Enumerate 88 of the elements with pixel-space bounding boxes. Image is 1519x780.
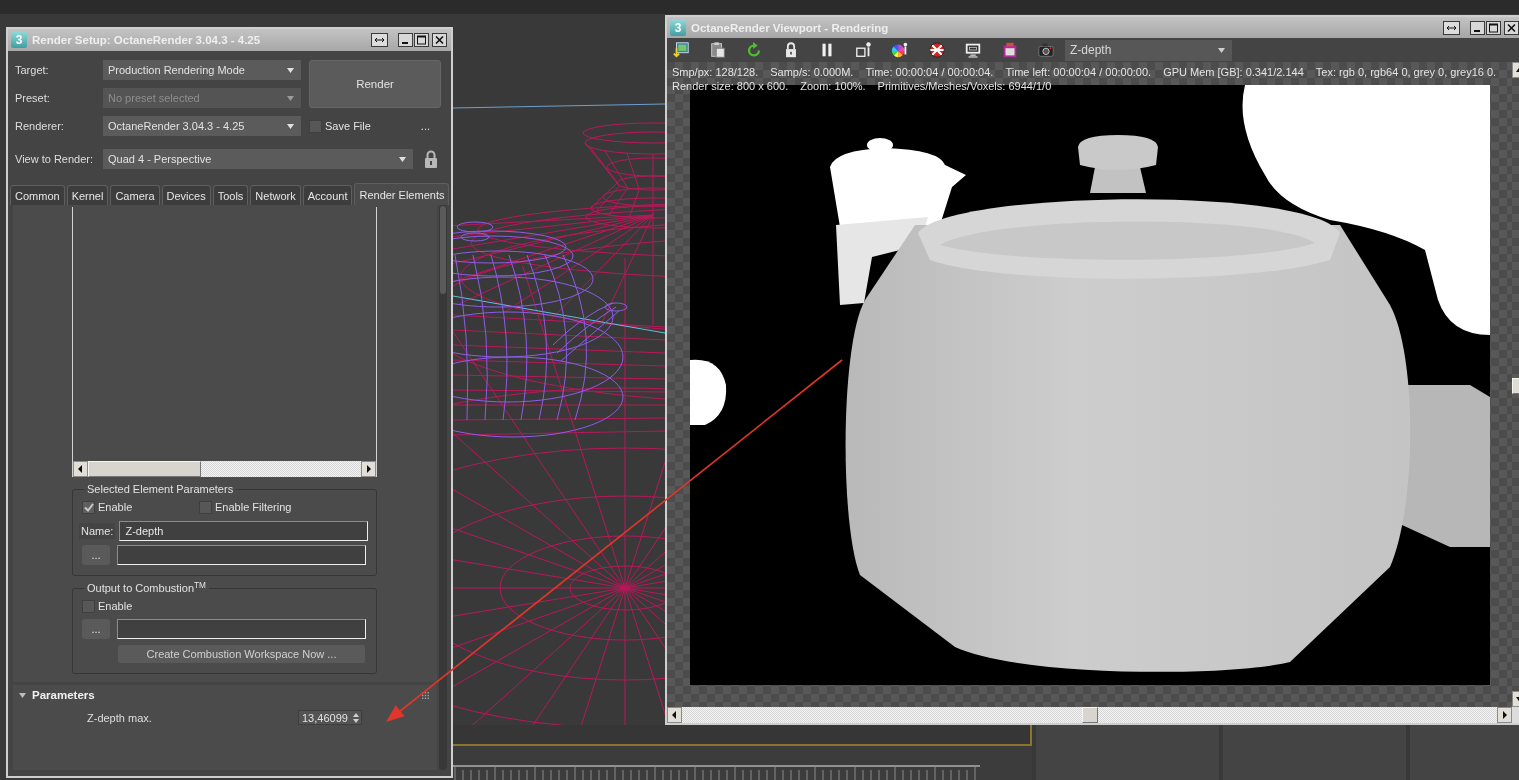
render-stat: Time left: 00:00:04 / 00:00:00.	[1005, 66, 1152, 78]
grip-icon	[422, 691, 429, 699]
checkbox[interactable]	[199, 500, 212, 514]
checkbox-label: Enable	[98, 600, 133, 612]
app-icon: 3	[670, 19, 686, 36]
field-label: Name:	[79, 523, 116, 539]
render-stat: Smp/px: 128/128.	[672, 66, 759, 78]
close-button[interactable]	[1504, 20, 1519, 35]
horizontal-scrollbar[interactable]	[73, 461, 376, 477]
render-button[interactable]: Render	[309, 60, 441, 108]
clipboard-icon[interactable]	[708, 41, 727, 59]
name-field[interactable]: Z-depth	[119, 521, 369, 541]
save-image-icon[interactable]	[672, 41, 690, 59]
render-stat: Tex: rgb 0, rgb64 0, grey 0, grey16 0.	[1315, 66, 1497, 78]
checkbox-label: Enable Filtering	[215, 501, 292, 513]
scrollbar-thumb[interactable]	[1082, 707, 1098, 723]
group-title: Selected Element Parameters	[86, 483, 235, 495]
checkbox-label: Enable	[98, 501, 133, 513]
caret-icon	[287, 123, 294, 129]
dropdown[interactable]: Quad 4 - Perspective	[103, 149, 413, 169]
tab[interactable]: Camera	[110, 185, 160, 205]
pass-dropdown[interactable]: Z-depth	[1065, 39, 1232, 61]
maximize-button[interactable]	[414, 33, 429, 47]
tab[interactable]: Account	[302, 185, 353, 205]
render-stat: Primitives/Meshes/Voxels: 6944/1/0	[877, 80, 1052, 92]
caret-icon	[287, 95, 294, 101]
window-title: OctaneRender Viewport - Rendering	[691, 21, 890, 34]
scroll-left-button[interactable]	[73, 461, 88, 477]
caret-icon	[399, 156, 406, 162]
render-stat: GPU Mem [GB]: 0.341/2.144	[1163, 66, 1304, 78]
caret-icon	[287, 67, 294, 73]
monitor-icon[interactable]	[964, 41, 982, 59]
minimize-button[interactable]	[398, 33, 413, 47]
render-stat: Zoom: 100%.	[800, 80, 866, 92]
striped-ball-icon[interactable]	[927, 41, 946, 59]
rollout-title[interactable]: Parameters	[32, 689, 422, 701]
camera-icon[interactable]	[1037, 41, 1055, 59]
render-stat: Render size: 800 x 600.	[672, 80, 789, 92]
minimize-button[interactable]	[1470, 20, 1485, 35]
create-workspace-button[interactable]: Create Combustion Workspace Now ...	[118, 645, 365, 663]
tab[interactable]: Network	[250, 185, 301, 205]
close-button[interactable]	[432, 33, 447, 47]
caret-icon	[1218, 47, 1225, 53]
render-stat: Samp/s: 0.000M.	[770, 66, 854, 78]
input-field[interactable]	[117, 619, 366, 639]
scrollbar-thumb[interactable]	[88, 461, 201, 477]
number-spinner[interactable]: 13,46099	[298, 710, 362, 725]
check-icon	[83, 502, 94, 512]
group-title: Output to Combustion$^{TM}$	[86, 582, 207, 594]
lock-icon[interactable]	[425, 150, 437, 168]
resize-button[interactable]	[1443, 20, 1460, 35]
horizontal-scrollbar[interactable]	[667, 707, 1512, 723]
scrollbar-thumb[interactable]	[440, 206, 446, 294]
scroll-right-button[interactable]	[1497, 707, 1512, 723]
tab[interactable]: Render Elements	[354, 183, 450, 205]
scroll-left-button[interactable]	[667, 707, 682, 723]
maximize-button[interactable]	[1486, 20, 1501, 35]
color-wheel-icon[interactable]	[891, 41, 909, 59]
browse-button[interactable]: ...	[82, 619, 110, 639]
parameter-label: Z-depth max.	[87, 711, 153, 724]
dropdown[interactable]: Production Rendering Mode	[103, 60, 301, 80]
vertical-scrollbar[interactable]	[439, 205, 447, 770]
dropdown[interactable]: OctaneRender 3.04.3 - 4.25	[103, 116, 301, 136]
tab[interactable]: Common	[10, 185, 65, 205]
browse-button[interactable]: ...	[82, 545, 110, 565]
field-label: Preset:	[15, 92, 51, 104]
input-field[interactable]	[117, 545, 366, 565]
checkbox[interactable]	[82, 500, 95, 514]
field-label: Target:	[15, 64, 50, 76]
tab[interactable]: Kernel	[66, 185, 109, 205]
frame-pin-icon[interactable]	[854, 41, 873, 59]
field-label: Renderer:	[15, 120, 65, 132]
field-label: View to Render:	[15, 153, 95, 165]
checkbox[interactable]	[309, 119, 322, 133]
app-icon: 3	[11, 32, 27, 48]
window-title: Render Setup: OctaneRender 3.04.3 - 4.25	[32, 34, 262, 46]
tab[interactable]: Devices	[161, 185, 211, 205]
resize-button[interactable]	[371, 33, 388, 47]
refresh-icon[interactable]	[745, 41, 763, 59]
tab[interactable]: Tools	[212, 185, 249, 205]
more-button[interactable]: ...	[420, 120, 430, 132]
checkbox-label: Save File	[325, 120, 371, 132]
caret-icon[interactable]	[19, 691, 26, 699]
spinner-arrows-icon[interactable]	[353, 712, 359, 723]
checkbox[interactable]	[82, 599, 95, 613]
scroll-right-button[interactable]	[361, 461, 376, 477]
element-list[interactable]	[72, 207, 377, 477]
render-stat: Time: 00:00:04 / 00:00:04.	[865, 66, 994, 78]
